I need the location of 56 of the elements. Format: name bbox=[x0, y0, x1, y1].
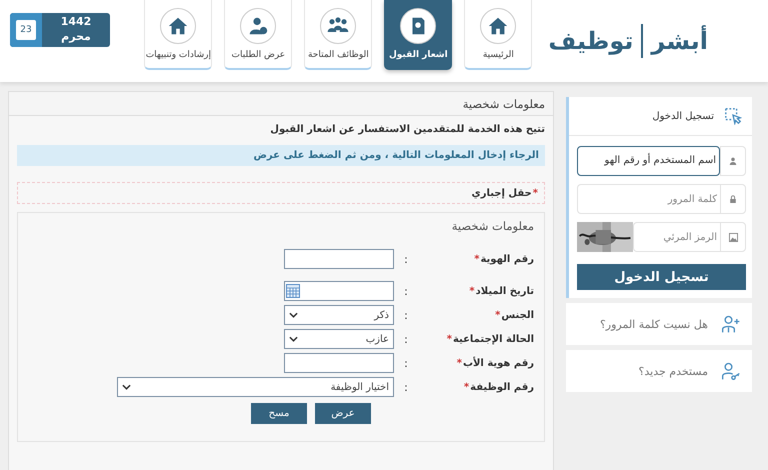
lock-icon bbox=[729, 195, 737, 203]
info-alert: الرجاء إدخال المعلومات التالية ، ومن ثم الضغط على عرض bbox=[17, 145, 545, 166]
nav-tile[interactable]: الرئيسية bbox=[464, 0, 532, 70]
cursor-selection-icon bbox=[724, 107, 742, 125]
field-label: الجنس* bbox=[494, 310, 534, 320]
chevron-down-icon bbox=[289, 336, 298, 342]
colon-text: : bbox=[403, 356, 409, 370]
user-key-icon bbox=[720, 361, 742, 381]
user-plus-icon bbox=[720, 314, 742, 334]
date-month: محرم bbox=[61, 30, 91, 45]
image-icon bbox=[728, 232, 738, 242]
logo-text: أبشر bbox=[649, 24, 709, 57]
description-text: تتيح هذه الخدمة للمتقدمين الاستفسار عن اشعار القبول bbox=[269, 124, 545, 135]
field-label: تاريخ الميلاد* bbox=[468, 286, 534, 296]
side-link[interactable]: هل نسيت كلمة المرور؟ bbox=[566, 303, 752, 345]
colon-text: : bbox=[403, 308, 409, 322]
chevron-down-icon bbox=[289, 312, 298, 318]
colon-text: : bbox=[403, 284, 409, 298]
select-dropdown[interactable]: ذكر bbox=[284, 305, 394, 325]
home-icon bbox=[167, 15, 190, 37]
nav-tile[interactable]: عرض الطلبات bbox=[224, 0, 292, 70]
field-label: رقم الوظيفة* bbox=[462, 382, 534, 392]
nav-tile[interactable]: الوظائف المتاحة bbox=[304, 0, 372, 70]
user-icon bbox=[729, 157, 737, 165]
form-button[interactable]: عرض bbox=[315, 403, 371, 424]
fieldset-title: معلومات شخصية bbox=[450, 219, 534, 233]
login-button[interactable]: تسجيل الدخول bbox=[577, 264, 746, 290]
login-title: تسجيل الدخول bbox=[652, 110, 714, 122]
logo-text: توظيف bbox=[547, 26, 634, 57]
date-day: 23 bbox=[16, 20, 36, 40]
logo-divider bbox=[641, 24, 644, 58]
select-dropdown[interactable]: اختيار الوظيفة bbox=[117, 377, 394, 397]
colon-text: : bbox=[403, 380, 409, 394]
required-note: * حقل إجباري bbox=[472, 188, 539, 199]
nav-tile[interactable]: إرشادات وتنبيهات bbox=[144, 0, 212, 70]
nav-tile[interactable]: اشعار القبول bbox=[384, 0, 452, 70]
field-label: رقم الهوية* bbox=[473, 254, 534, 264]
text-field[interactable] bbox=[284, 353, 394, 373]
text-field[interactable] bbox=[284, 249, 394, 269]
field-label: رقم هوية الأب* bbox=[456, 358, 534, 368]
date-year: 1442 bbox=[60, 15, 92, 30]
captcha-field[interactable]: الرمز المرئي bbox=[633, 222, 720, 252]
calendar-icon bbox=[286, 284, 300, 298]
home-icon bbox=[487, 15, 510, 37]
colon-text: : bbox=[403, 332, 409, 346]
chevron-down-icon bbox=[122, 384, 131, 390]
password-field[interactable]: كلمة المرور bbox=[577, 184, 720, 214]
field-label: الحالة الإجتماعية* bbox=[446, 334, 534, 344]
colon-text: : bbox=[403, 252, 409, 266]
date-field[interactable] bbox=[284, 281, 394, 301]
form-button[interactable]: مسح bbox=[251, 403, 307, 424]
select-dropdown[interactable]: عازب bbox=[284, 329, 394, 349]
username-field[interactable]: اسم المستخدم أو رقم الهو bbox=[577, 146, 720, 176]
side-link[interactable]: مستخدم جديد؟ bbox=[566, 350, 752, 392]
panel-title: معلومات شخصية bbox=[462, 96, 545, 110]
user-icon bbox=[247, 15, 270, 37]
